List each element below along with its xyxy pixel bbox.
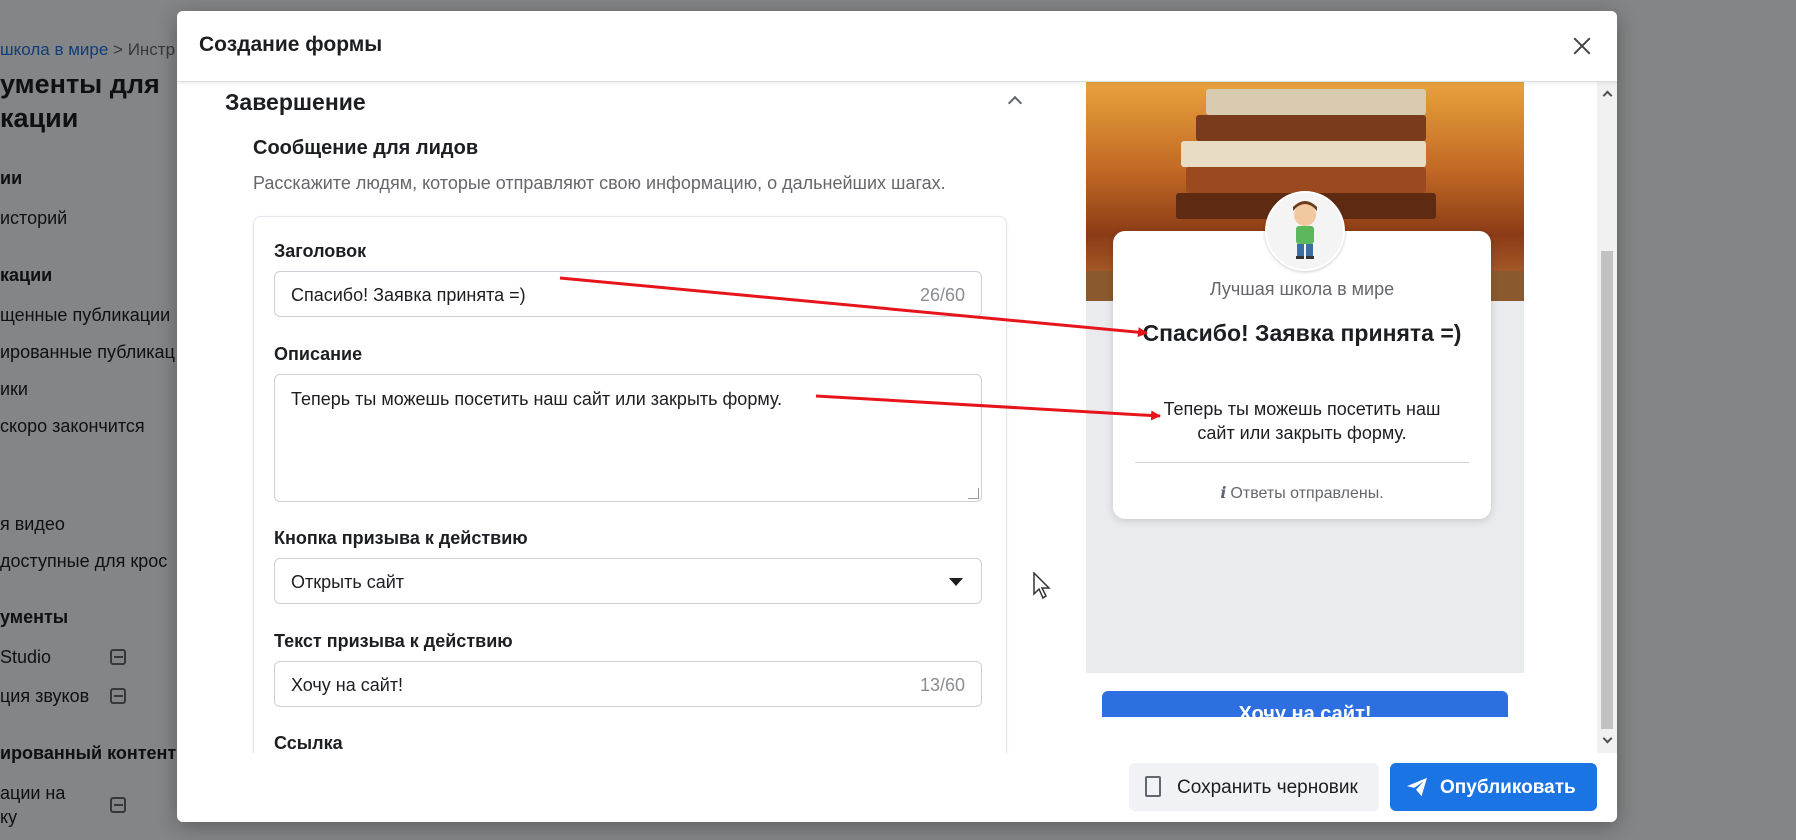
cta-button-select[interactable]: Открыть сайт [274,558,982,604]
description-textarea[interactable]: Теперь ты можешь посетить наш сайт или з… [274,374,982,502]
cta-text-counter: 13/60 [919,675,965,695]
dialog-title: Создание формы [199,33,383,56]
preview-scrollbar[interactable] [1597,81,1617,753]
preview-school-name: Лучшая школа в мире [1209,279,1395,299]
preview-info: i Ответы отправлены. [1113,483,1491,503]
book-shape [1186,167,1426,193]
headline-label: Заголовок [274,241,367,261]
headline-input[interactable]: Спасибо! Заявка принята =) 26/60 [274,271,982,317]
create-form-dialog: Создание формы Завершение Сообщение для … [177,11,1617,822]
scroll-up-icon[interactable] [1602,89,1612,99]
close-icon[interactable] [1567,31,1597,61]
preview-cta-area: Хочу на сайт! [1086,673,1524,717]
cta-button-label: Кнопка призыва к действию [274,528,528,548]
caret-down-icon [949,578,963,586]
link-label: Ссылка [274,733,343,753]
cta-text-value: Хочу на сайт! [291,675,404,695]
section-title[interactable]: Завершение [225,89,366,116]
scroll-thumb[interactable] [1601,251,1613,729]
document-icon [1145,776,1161,797]
avatar [1265,191,1345,271]
cta-button-value: Открыть сайт [291,572,405,592]
cta-text-label: Текст призыва к действию [274,631,513,651]
book-shape [1206,89,1426,115]
save-draft-button[interactable]: Сохранить черновик [1129,763,1379,811]
form-editor: Завершение Сообщение для лидов Расскажит… [177,81,1057,753]
mouse-cursor-icon [1033,572,1051,600]
paper-plane-icon [1407,777,1427,797]
preview-headline: Спасибо! Заявка принята =) [1142,320,1462,346]
resize-handle-icon[interactable] [968,488,979,499]
subsection-description: Расскажите людям, которые отправляют сво… [253,173,946,193]
preview-info-text: Ответы отправлены. [1230,485,1384,502]
dialog-header: Создание формы [177,11,1617,82]
description-value: Теперь ты можешь посетить наш сайт или з… [291,389,783,409]
headline-value: Спасибо! Заявка принята =) [291,285,526,305]
preview-description: Теперь ты можешь посетить наш сайт или з… [1163,399,1441,443]
scroll-down-icon[interactable] [1602,735,1612,745]
book-shape [1196,115,1426,141]
headline-counter: 26/60 [919,285,965,305]
divider [1135,462,1469,463]
publish-button[interactable]: Опубликовать [1390,763,1597,811]
save-draft-label: Сохранить черновик [1177,777,1358,798]
info-icon: i [1220,483,1227,502]
thank-you-card: Лучшая школа в мире Спасибо! Заявка прин… [1113,191,1491,519]
chevron-up-icon[interactable] [1007,93,1021,107]
subsection-title: Сообщение для лидов [253,137,479,159]
publish-label: Опубликовать [1440,777,1576,798]
preview-cta-button[interactable]: Хочу на сайт! [1102,691,1508,717]
description-label: Описание [274,344,363,364]
book-shape [1181,141,1426,167]
form-preview: Лучшая школа в мире Спасибо! Заявка прин… [1086,81,1524,673]
cta-text-input[interactable]: Хочу на сайт! 13/60 [274,661,982,707]
